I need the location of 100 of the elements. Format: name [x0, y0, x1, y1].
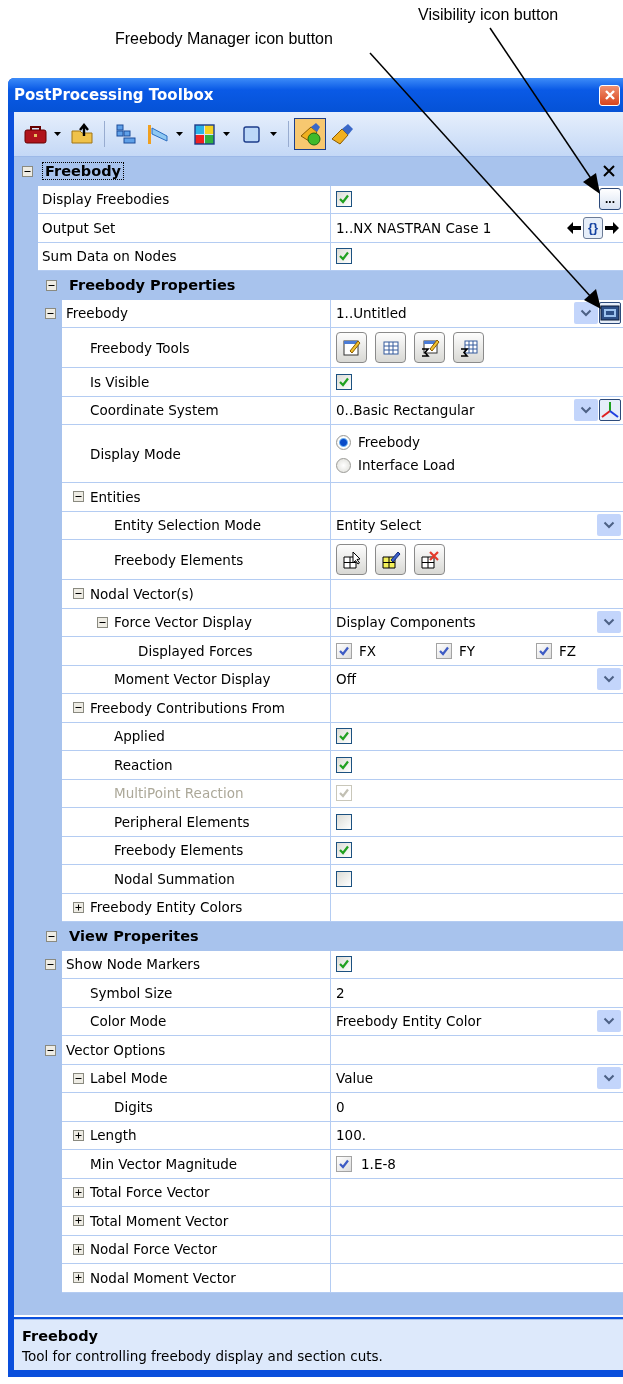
property-label: Length	[90, 1127, 137, 1144]
chevron-icon	[603, 1017, 615, 1026]
property-label: Reaction	[114, 756, 173, 773]
property-label: Freebody Elements	[114, 842, 244, 859]
checkbox[interactable]	[336, 642, 352, 659]
checkmark-icon	[338, 644, 350, 657]
property-label: Is Visible	[90, 373, 150, 390]
property-label: Peripheral Elements	[114, 813, 250, 830]
property-label: Displayed Forces	[138, 642, 253, 659]
category-title[interactable]: Freebody Properties	[66, 276, 239, 295]
minus-icon[interactable]	[73, 588, 84, 600]
checkmark-icon	[338, 193, 350, 206]
close-button[interactable]	[599, 84, 620, 106]
minus-icon[interactable]	[22, 165, 33, 177]
caret-icon[interactable]	[54, 132, 61, 136]
radio-label: Interface Load	[358, 457, 456, 473]
property-label: Label Mode	[90, 1070, 168, 1087]
checkmark-icon	[438, 644, 450, 657]
minus-icon[interactable]	[73, 1072, 84, 1084]
property-label: Total Force Vector	[90, 1184, 210, 1201]
checkmark-icon	[338, 958, 350, 971]
caret-icon[interactable]	[176, 132, 183, 136]
property-label: Sum Data on Nodes	[42, 248, 177, 265]
tool-button[interactable]	[375, 544, 406, 575]
category-title[interactable]: Freebody	[42, 162, 124, 181]
property-label: Freebody Elements	[114, 551, 244, 568]
property-label: Freebody Tools	[90, 339, 190, 356]
description-text: Tool for controlling freebody display and section cuts.	[22, 1347, 384, 1364]
minus-icon[interactable]	[45, 1044, 56, 1056]
property-label: Display Freebodies	[42, 191, 170, 208]
category-title[interactable]: View Properites	[66, 927, 202, 946]
tool-button[interactable]	[453, 332, 484, 363]
checkbox[interactable]	[336, 373, 352, 390]
picker-button[interactable]: {}	[583, 216, 603, 239]
property-label: Display Mode	[90, 445, 181, 462]
close-icon[interactable]	[603, 165, 615, 178]
checkbox[interactable]	[336, 248, 352, 265]
radio-button[interactable]	[336, 434, 351, 450]
minus-icon[interactable]	[45, 959, 56, 971]
checkbox[interactable]	[336, 1155, 352, 1172]
caret-icon[interactable]	[223, 132, 230, 136]
dropdown-button[interactable]	[574, 302, 598, 325]
chevron-icon	[603, 1074, 615, 1083]
flag-icon	[145, 122, 171, 146]
left-arrow-icon[interactable]	[567, 221, 581, 234]
radio-button[interactable]	[336, 457, 351, 473]
checkbox[interactable]	[336, 191, 352, 208]
minus-icon[interactable]	[73, 491, 84, 503]
property-value: Entity Select	[336, 517, 422, 534]
callout-label: Freebody Manager icon button	[115, 30, 333, 48]
coordinate-axes-button[interactable]	[599, 399, 621, 422]
checkbox[interactable]	[336, 756, 352, 773]
freebody-manager-button[interactable]	[599, 302, 621, 325]
plus-icon[interactable]	[73, 1215, 84, 1227]
checkmark-icon	[338, 1157, 350, 1170]
minus-icon[interactable]	[97, 616, 108, 628]
visibility-button[interactable]: ...	[599, 188, 621, 211]
plus-icon[interactable]	[73, 1272, 84, 1284]
property-label: Coordinate System	[90, 402, 219, 419]
checkbox[interactable]	[336, 813, 352, 830]
property-value: Off	[336, 671, 356, 688]
property-label: Freebody Contributions From	[90, 699, 285, 716]
toolbar-button[interactable]	[294, 118, 326, 150]
checkmark-icon	[338, 844, 350, 857]
property-label: Entity Selection Mode	[114, 517, 261, 534]
plus-icon[interactable]	[73, 901, 84, 913]
chevron-icon	[580, 309, 592, 318]
checkbox-label: FY	[459, 642, 475, 659]
property-label: Color Mode	[90, 1013, 167, 1030]
plus-icon[interactable]	[73, 1129, 84, 1141]
property-value: 1..NX NASTRAN Case 1	[336, 219, 492, 236]
plus-icon[interactable]	[73, 1186, 84, 1198]
checkbox[interactable]	[436, 642, 452, 659]
minus-icon[interactable]	[46, 279, 57, 291]
minus-icon[interactable]	[45, 308, 56, 320]
checkmark-icon	[538, 644, 550, 657]
property-value: Display Components	[336, 614, 476, 631]
property-label: Symbol Size	[90, 984, 173, 1001]
caret-icon[interactable]	[270, 132, 277, 136]
minus-icon[interactable]	[73, 702, 84, 714]
checkbox[interactable]	[336, 842, 352, 859]
property-label: Freebody	[66, 305, 129, 322]
checkmark-icon	[338, 375, 350, 388]
property-value: Freebody Entity Color	[336, 1013, 482, 1030]
tool-button[interactable]	[336, 544, 367, 575]
minus-icon[interactable]	[46, 930, 57, 942]
checkbox[interactable]	[336, 956, 352, 973]
checkbox[interactable]	[536, 642, 552, 659]
property-label: Nodal Vector(s)	[90, 585, 194, 602]
right-arrow-icon[interactable]	[605, 221, 619, 234]
property-label: Moment Vector Display	[114, 671, 271, 688]
checkmark-icon	[338, 758, 350, 771]
property-label: Nodal Summation	[114, 870, 235, 887]
property-value: 0..Basic Rectangular	[336, 402, 475, 419]
checkbox[interactable]	[336, 870, 352, 887]
tool-button[interactable]	[414, 332, 445, 363]
checkbox[interactable]	[336, 728, 352, 745]
axes-icon	[600, 401, 620, 420]
plus-icon[interactable]	[73, 1243, 84, 1255]
property-label: Nodal Moment Vector	[90, 1269, 236, 1286]
